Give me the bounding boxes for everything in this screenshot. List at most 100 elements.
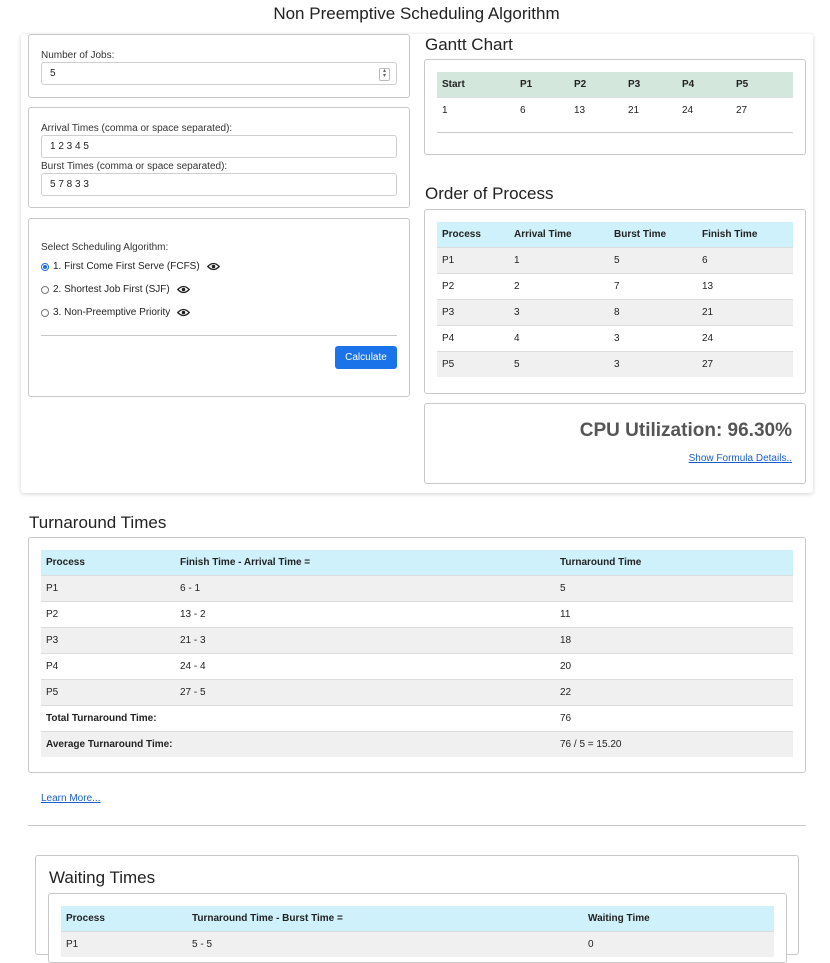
order-header: Finish Time (697, 222, 793, 248)
arrival-label: Arrival Times (comma or space separated)… (41, 123, 233, 134)
average-turnaround-row: Average Turnaround Time: 76 / 5 = 15.20 (41, 731, 793, 757)
order-cell: 8 (609, 299, 697, 326)
waiting-header: Waiting Time (583, 906, 774, 932)
gantt-cell: 21 (623, 97, 677, 123)
gantt-header: P3 (623, 72, 677, 98)
waiting-header: Process (61, 906, 187, 932)
order-cell: P2 (437, 273, 509, 300)
gantt-header: P4 (677, 72, 731, 98)
radio-icon[interactable] (41, 308, 49, 317)
gantt-cell: 24 (677, 97, 731, 123)
turnaround-header: Turnaround Time (555, 550, 793, 576)
table-row: P1 1 5 6 (437, 247, 793, 274)
calculate-button[interactable]: Calculate (335, 346, 397, 369)
gantt-table: Start P1 P2 P3 P4 P5 1 6 13 21 24 27 (437, 72, 793, 123)
turnaround-panel: Process Finish Time - Arrival Time = Tur… (28, 537, 806, 773)
waiting-heading: Waiting Times (49, 868, 156, 887)
jobs-value: 5 (50, 68, 56, 79)
table-row: P2 13 - 2 11 (41, 601, 793, 628)
radio-selected-icon[interactable] (41, 262, 49, 271)
order-header: Burst Time (609, 222, 697, 248)
order-heading: Order of Process (425, 184, 554, 203)
jobs-panel: Number of Jobs: 5 ▴ ▾ (28, 34, 410, 98)
arrival-input[interactable]: 1 2 3 4 5 (41, 135, 397, 158)
table-row: P3 3 8 21 (437, 299, 793, 326)
order-panel: Process Arrival Time Burst Time Finish Time… (424, 209, 806, 394)
waiting-cell: 0 (583, 931, 774, 957)
turnaround-heading: Turnaround Times (29, 513, 167, 532)
radio-priority-label: 3. Non-Preemptive Priority (53, 307, 171, 318)
jobs-input[interactable]: 5 ▴ ▾ (41, 62, 397, 85)
order-cell: 27 (697, 351, 793, 377)
section-divider (28, 825, 806, 826)
table-row: P5 5 3 27 (437, 351, 793, 377)
divider (41, 335, 397, 336)
average-turnaround-value: 76 / 5 = 15.20 (555, 731, 793, 757)
gantt-header: P2 (569, 72, 623, 98)
order-cell: 2 (509, 273, 609, 300)
table-row: P4 24 - 4 20 (41, 653, 793, 680)
gantt-cell: 27 (731, 97, 793, 123)
turnaround-cell: 27 - 5 (175, 679, 555, 706)
order-cell: 6 (697, 247, 793, 274)
radio-icon[interactable] (41, 285, 49, 294)
order-cell: 5 (609, 247, 697, 274)
order-cell: P3 (437, 299, 509, 326)
table-row: P2 2 7 13 (437, 273, 793, 300)
order-cell: 1 (509, 247, 609, 274)
average-turnaround-label: Average Turnaround Time: (41, 731, 555, 757)
turnaround-cell: 13 - 2 (175, 601, 555, 628)
order-table: Process Arrival Time Burst Time Finish Time… (437, 222, 793, 377)
radio-sjf[interactable]: 2. Shortest Job First (SJF) (41, 284, 190, 295)
eye-icon[interactable] (176, 285, 190, 294)
order-cell: 13 (697, 273, 793, 300)
cpu-utilization: CPU Utilization: 96.30% (579, 420, 792, 441)
waiting-card: Waiting Times Process Turnaround Time - … (35, 855, 799, 963)
burst-label: Burst Times (comma or space separated): (41, 161, 228, 172)
cpu-panel: CPU Utilization: 96.30% Show Formula Det… (424, 403, 806, 484)
turnaround-cell: 24 - 4 (175, 653, 555, 680)
waiting-header: Turnaround Time - Burst Time = (187, 906, 583, 932)
gantt-panel: Start P1 P2 P3 P4 P5 1 6 13 21 24 27 (424, 59, 806, 155)
total-turnaround-value: 76 (555, 705, 793, 732)
turnaround-table: Process Finish Time - Arrival Time = Tur… (41, 550, 793, 757)
algorithm-panel: Select Scheduling Algorithm: 1. First Co… (28, 218, 410, 397)
waiting-panel: Process Turnaround Time - Burst Time = W… (48, 893, 787, 963)
turnaround-cell: 18 (555, 627, 793, 654)
eye-icon[interactable] (177, 308, 191, 317)
gantt-header: P5 (731, 72, 793, 98)
order-header: Arrival Time (509, 222, 609, 248)
turnaround-cell: P3 (41, 627, 175, 654)
turnaround-header: Finish Time - Arrival Time = (175, 550, 555, 576)
turnaround-header: Process (41, 550, 175, 576)
gantt-divider (437, 132, 793, 133)
total-turnaround-row: Total Turnaround Time: 76 (41, 705, 793, 732)
gantt-cell: 6 (515, 97, 569, 123)
table-row: P4 4 3 24 (437, 325, 793, 352)
stepper-icon[interactable]: ▴ ▾ (379, 68, 390, 81)
order-cell: 21 (697, 299, 793, 326)
total-turnaround-label: Total Turnaround Time: (41, 705, 555, 732)
burst-input[interactable]: 5 7 8 3 3 (41, 173, 397, 196)
gantt-header: P1 (515, 72, 569, 98)
order-cell: P5 (437, 351, 509, 377)
formula-details-link[interactable]: Show Formula Details.. (689, 453, 792, 464)
radio-fcfs[interactable]: 1. First Come First Serve (FCFS) (41, 261, 220, 272)
turnaround-cell: P2 (41, 601, 175, 628)
order-cell: 7 (609, 273, 697, 300)
turnaround-cell: 11 (555, 601, 793, 628)
order-cell: 5 (509, 351, 609, 377)
gantt-header: Start (437, 72, 515, 98)
table-row: P1 6 - 15 (41, 575, 793, 602)
turnaround-cell: 21 - 3 (175, 627, 555, 654)
radio-sjf-label: 2. Shortest Job First (SJF) (53, 284, 170, 295)
radio-priority[interactable]: 3. Non-Preemptive Priority (41, 307, 191, 318)
turnaround-cell: P4 (41, 653, 175, 680)
algorithm-label: Select Scheduling Algorithm: (41, 242, 169, 253)
learn-more-link[interactable]: Learn More... (41, 793, 100, 804)
waiting-cell: 5 - 5 (187, 931, 583, 957)
eye-icon[interactable] (206, 262, 220, 271)
gantt-cell: 1 (437, 97, 515, 123)
waiting-table: Process Turnaround Time - Burst Time = W… (61, 906, 774, 957)
gantt-heading: Gantt Chart (425, 35, 513, 54)
